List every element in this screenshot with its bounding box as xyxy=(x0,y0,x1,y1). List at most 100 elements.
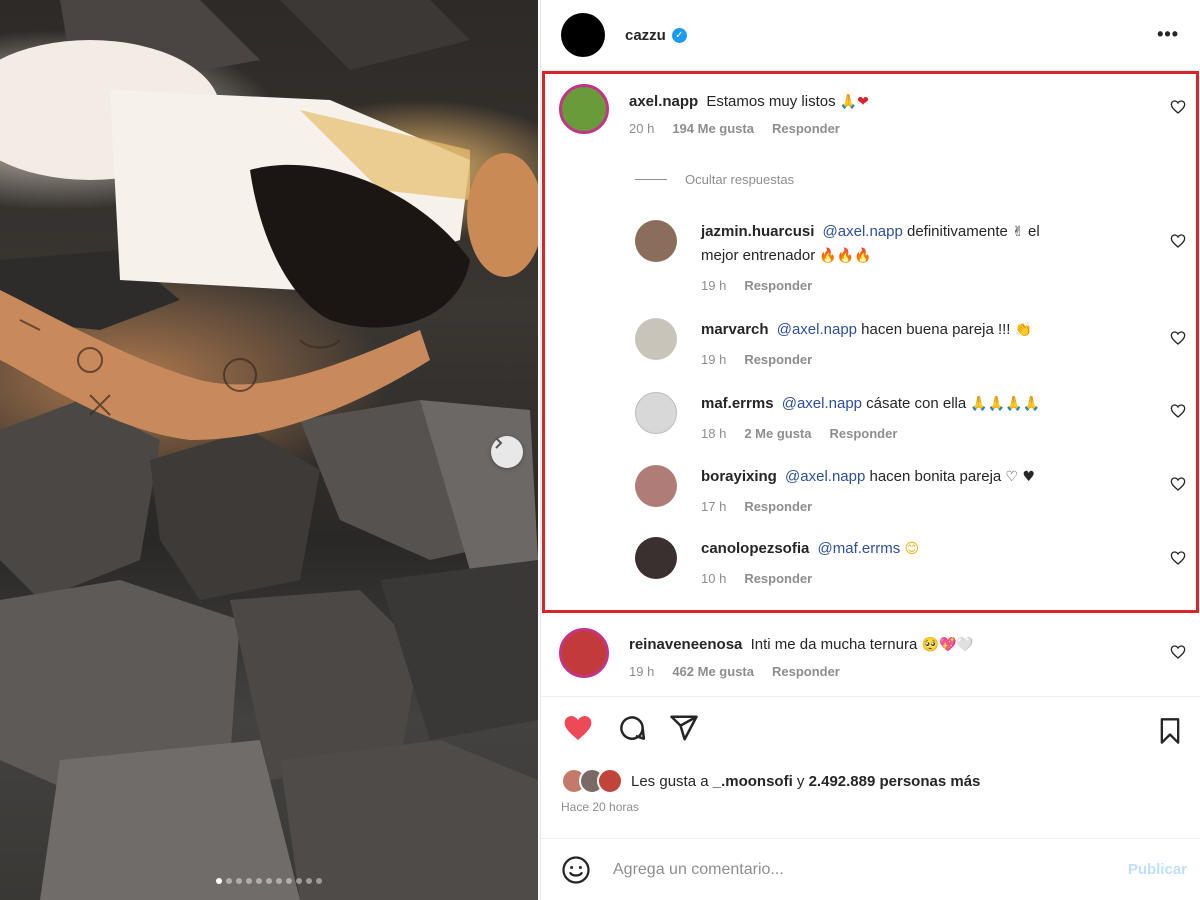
likes-middle: y xyxy=(796,772,805,790)
heart-filled-icon[interactable] xyxy=(561,712,595,744)
photo-illustration xyxy=(0,0,538,900)
reply-text: hacen bonita pareja xyxy=(869,468,1002,485)
likes-user[interactable]: _.moonsofi xyxy=(713,773,793,790)
carousel-dot xyxy=(266,878,272,884)
reply-likes[interactable]: 2 Me gusta xyxy=(744,426,811,441)
reply-time: 19 h xyxy=(701,352,727,367)
reply-username[interactable]: maf.errms xyxy=(701,395,774,412)
post-actions xyxy=(561,712,699,744)
likes-summary: Les gusta a _.moonsofi y 2.492.889 perso… xyxy=(561,768,980,794)
reply-avatar[interactable] xyxy=(635,318,677,360)
comment-item: axel.napp Estamos muy listos 🙏❤ 20 h 194… xyxy=(559,84,869,136)
hide-replies-label[interactable]: Ocultar respuestas xyxy=(685,172,794,187)
publish-button[interactable]: Publicar xyxy=(1128,861,1187,878)
reply-button[interactable]: Responder xyxy=(744,499,812,514)
like-reply-heart-icon[interactable] xyxy=(1170,330,1186,346)
carousel-next-button[interactable] xyxy=(491,436,523,468)
comment-avatar[interactable] xyxy=(559,84,609,134)
carousel-dot xyxy=(286,878,292,884)
reply-text-line2: mejor entrenador xyxy=(701,247,816,264)
reply-time: 10 h xyxy=(701,571,727,586)
reply-text: definitivamente xyxy=(907,223,1008,240)
comment-username[interactable]: reinaveneenosa xyxy=(629,636,742,653)
comment-icon[interactable] xyxy=(617,713,647,743)
reply-username[interactable]: borayixing xyxy=(701,468,777,485)
more-options-button[interactable]: ••• xyxy=(1157,24,1179,45)
reply-username[interactable]: jazmin.huarcusi xyxy=(701,223,814,240)
carousel-dot xyxy=(316,878,322,884)
carousel-dot xyxy=(306,878,312,884)
reply-time: 17 h xyxy=(701,499,727,514)
reply-text: hacen buena pareja !!! xyxy=(861,321,1011,338)
carousel-dot xyxy=(236,878,242,884)
hide-replies-line xyxy=(635,179,667,180)
comment-item: reinaveneenosa Inti me da mucha ternura … xyxy=(559,628,974,679)
reply-username[interactable]: canolopezsofia xyxy=(701,540,809,557)
reply-emoji-2: 🔥🔥🔥 xyxy=(819,248,872,264)
likes-prefix: Les gusta a xyxy=(631,772,709,790)
carousel-dot xyxy=(246,878,252,884)
reply-avatar[interactable] xyxy=(635,392,677,434)
reply-time: 19 h xyxy=(701,278,727,293)
comment-emoji: 🙏❤ xyxy=(839,94,869,110)
reply-button[interactable]: Responder xyxy=(744,352,812,367)
actions-divider xyxy=(541,696,1200,697)
comment-likes[interactable]: 462 Me gusta xyxy=(672,664,754,679)
reply-mention[interactable]: @axel.napp xyxy=(777,321,857,338)
author-avatar[interactable] xyxy=(561,13,605,57)
emoji-icon[interactable] xyxy=(561,855,591,885)
post-header: cazzu ✓ ••• xyxy=(541,0,1200,70)
add-comment-bar: Publicar xyxy=(541,838,1200,900)
carousel-dot xyxy=(256,878,262,884)
reply-avatar[interactable] xyxy=(635,465,677,507)
carousel-dot xyxy=(296,878,302,884)
post-side-panel: cazzu ✓ ••• axel.napp Estamos muy listos… xyxy=(540,0,1200,900)
reply-username[interactable]: marvarch xyxy=(701,321,769,338)
comment-text: Estamos muy listos xyxy=(706,93,836,110)
reply-button[interactable]: Responder xyxy=(744,571,812,586)
reply-mention[interactable]: @maf.errms xyxy=(818,540,901,557)
liker-avatars xyxy=(561,768,623,794)
like-reply-heart-icon[interactable] xyxy=(1170,550,1186,566)
reply-emoji: 🙏🙏🙏🙏 xyxy=(970,396,1041,412)
comment-likes[interactable]: 194 Me gusta xyxy=(672,121,754,136)
reply-button[interactable]: Responder xyxy=(830,426,898,441)
reply-item: jazmin.huarcusi @axel.napp definitivamen… xyxy=(635,220,1141,293)
share-icon[interactable] xyxy=(669,713,699,743)
carousel-dot xyxy=(226,878,232,884)
like-comment-heart-icon[interactable] xyxy=(1170,644,1186,660)
reply-button[interactable]: Responder xyxy=(772,121,840,136)
reply-avatar[interactable] xyxy=(635,537,677,579)
reply-item: canolopezsofia @maf.errms 😊 10 h Respond… xyxy=(635,537,919,586)
like-reply-heart-icon[interactable] xyxy=(1170,403,1186,419)
reply-avatar[interactable] xyxy=(635,220,677,262)
bookmark-icon[interactable] xyxy=(1156,716,1184,746)
reply-mention[interactable]: @axel.napp xyxy=(782,395,862,412)
reply-button[interactable]: Responder xyxy=(744,278,812,293)
reply-text-2: el xyxy=(1027,223,1040,240)
reply-item: marvarch @axel.napp hacen buena pareja !… xyxy=(635,318,1032,367)
reply-mention[interactable]: @axel.napp xyxy=(785,468,865,485)
carousel-dot xyxy=(276,878,282,884)
reply-text: cásate con ella xyxy=(866,395,967,412)
like-comment-heart-icon[interactable] xyxy=(1170,99,1186,115)
post-time: Hace 20 horas xyxy=(561,800,640,814)
hide-replies-toggle[interactable]: Ocultar respuestas xyxy=(635,172,794,187)
reply-button[interactable]: Responder xyxy=(772,664,840,679)
author-username[interactable]: cazzu xyxy=(625,27,666,44)
reply-emoji: 😊 xyxy=(904,541,920,557)
like-reply-heart-icon[interactable] xyxy=(1170,233,1186,249)
carousel-dots xyxy=(0,878,538,884)
like-reply-heart-icon[interactable] xyxy=(1170,476,1186,492)
comment-avatar[interactable] xyxy=(559,628,609,678)
comment-username[interactable]: axel.napp xyxy=(629,93,698,110)
liker-avatar[interactable] xyxy=(597,768,623,794)
reply-mention[interactable]: @axel.napp xyxy=(823,223,903,240)
likes-summary-text: Les gusta a _.moonsofi y 2.492.889 perso… xyxy=(631,773,980,790)
reply-emoji: 👏 xyxy=(1014,322,1033,338)
likes-count[interactable]: 2.492.889 personas más xyxy=(809,773,981,790)
verified-badge-icon: ✓ xyxy=(671,27,687,43)
reply-emoji: ✌ xyxy=(1012,224,1024,240)
reply-item: borayixing @axel.napp hacen bonita parej… xyxy=(635,465,1035,514)
comment-input[interactable] xyxy=(613,860,1073,879)
